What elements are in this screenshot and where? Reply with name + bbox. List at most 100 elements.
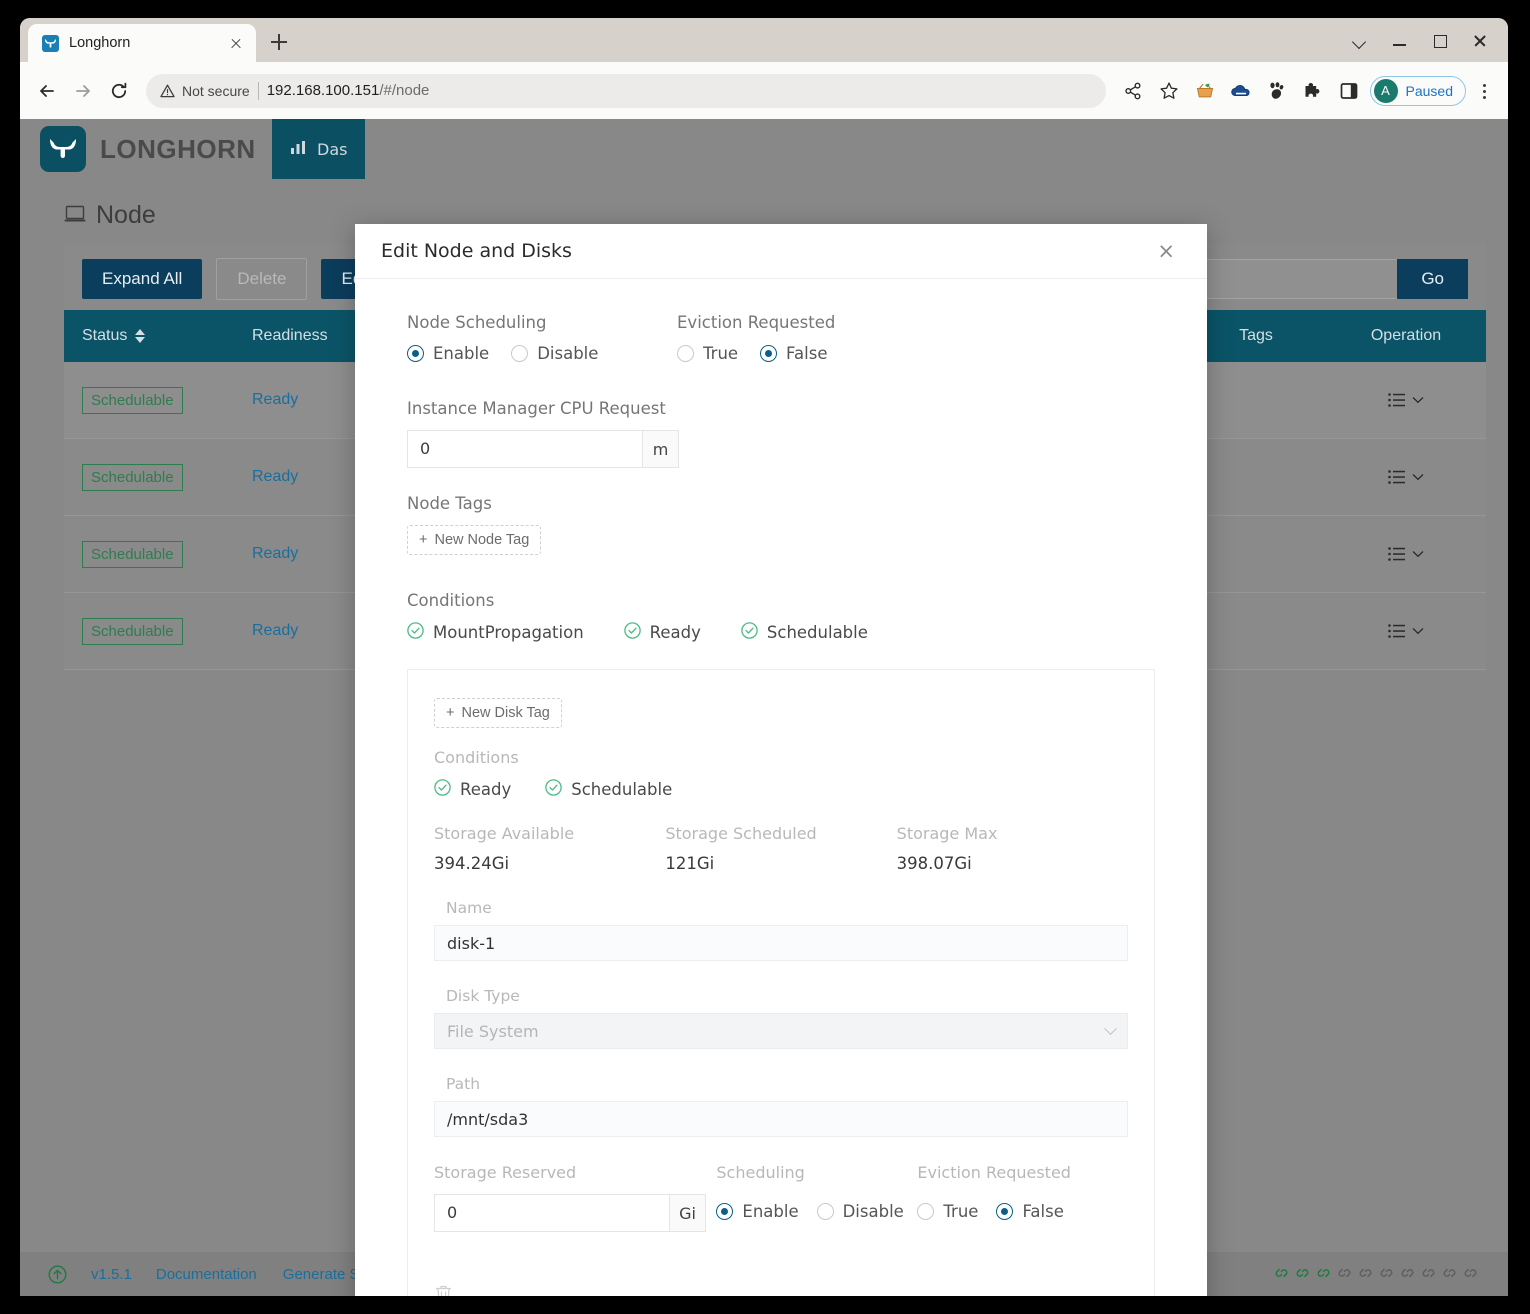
plus-icon: + — [446, 705, 455, 721]
disk-scheduling-disable-radio[interactable]: Disable — [816, 1202, 904, 1221]
modal-title: Edit Node and Disks — [381, 240, 572, 262]
page-viewport: LONGHORN Das Node Expand All Delete Go S… — [20, 119, 1508, 1296]
forward-arrow-icon[interactable] — [66, 74, 100, 108]
radio-dot-icon — [677, 345, 694, 362]
profile-status-label: Paused — [1405, 82, 1453, 99]
radio-dot-icon — [996, 1203, 1014, 1220]
side-panel-icon[interactable] — [1332, 74, 1366, 108]
node-tags-group: Node Tags + New Node Tag — [407, 494, 1155, 555]
node-conditions-label: Conditions — [407, 591, 495, 610]
not-secure-indicator[interactable]: Not secure — [160, 83, 250, 99]
node-eviction-radios: True False — [677, 344, 835, 363]
check-circle-icon — [545, 779, 562, 800]
modal-close-icon[interactable]: × — [1151, 237, 1181, 266]
disk-eviction-true-radio[interactable]: True — [917, 1202, 978, 1221]
storage-available-value: 394.24Gi — [434, 854, 510, 873]
omnibox-divider — [257, 81, 259, 100]
condition-ready: Ready — [623, 622, 701, 643]
longhorn-favicon — [42, 34, 59, 52]
disk-eviction-false-label: False — [1022, 1202, 1064, 1221]
disk-eviction-radios: True False — [917, 1202, 1128, 1221]
trash-icon — [435, 1285, 452, 1296]
address-bar[interactable]: Not secure 192.168.100.151/#/node — [146, 73, 1106, 108]
new-tab-button[interactable] — [262, 25, 296, 59]
storage-available-label: Storage Available — [434, 824, 575, 843]
disk-conditions-list: Ready Schedulable — [434, 779, 1128, 800]
disk-scheduling-radios: Enable Disable — [716, 1202, 917, 1221]
storage-scheduled-value: 121Gi — [665, 854, 715, 873]
disk-card: + New Disk Tag Conditions Ready Schedula… — [407, 669, 1155, 1296]
disk-scheduling-enable-radio[interactable]: Enable — [716, 1202, 799, 1221]
gnome-extension-icon[interactable] — [1260, 74, 1294, 108]
browser-window: Longhorn Not secure 192.168.100.151/#/no… — [20, 18, 1508, 1296]
share-icon[interactable] — [1116, 74, 1150, 108]
node-scheduling-disable-label: Disable — [537, 344, 599, 363]
bookmark-star-icon[interactable] — [1152, 74, 1186, 108]
kebab-menu-icon[interactable] — [1470, 74, 1498, 108]
disk-scheduling-label: Scheduling — [716, 1163, 805, 1182]
node-scheduling-enable-radio[interactable]: Enable — [407, 344, 489, 363]
browser-toolbar: Not secure 192.168.100.151/#/node A Paus… — [20, 62, 1508, 119]
disk-type-group: Disk Type File System — [434, 987, 1128, 1049]
disk-name-input[interactable]: disk-1 — [434, 925, 1128, 961]
new-disk-tag-button[interactable]: + New Disk Tag — [434, 698, 562, 728]
node-eviction-false-label: False — [786, 344, 828, 363]
storage-reserved-input[interactable]: 0 — [434, 1194, 670, 1232]
disk-type-selected-value: File System — [447, 1021, 539, 1041]
reload-icon[interactable] — [102, 74, 136, 108]
node-eviction-true-label: True — [703, 344, 739, 363]
tab-title: Longhorn — [69, 35, 131, 51]
basket-extension-icon[interactable] — [1188, 74, 1222, 108]
screen: Longhorn Not secure 192.168.100.151/#/no… — [0, 0, 1530, 1314]
disk-scheduling-enable-label: Enable — [742, 1202, 799, 1221]
minimize-icon[interactable] — [1380, 26, 1420, 54]
node-scheduling-radios: Enable Disable — [407, 344, 677, 363]
not-secure-label: Not secure — [182, 82, 250, 99]
back-arrow-icon[interactable] — [30, 74, 64, 108]
disk-eviction-group: Eviction Requested True False — [917, 1163, 1128, 1221]
profile-paused-pill[interactable]: A Paused — [1369, 75, 1466, 106]
radio-dot-icon — [716, 1203, 734, 1220]
node-scheduling-label: Node Scheduling — [407, 313, 547, 332]
new-node-tag-label: New Node Tag — [434, 532, 530, 548]
disk-eviction-false-radio[interactable]: False — [996, 1202, 1064, 1221]
modal-header: Edit Node and Disks × — [355, 224, 1207, 279]
window-controls — [1340, 26, 1500, 54]
node-scheduling-disable-radio[interactable]: Disable — [511, 344, 598, 363]
cpu-request-input-group: 0 m — [407, 430, 679, 468]
tab-strip: Longhorn — [20, 18, 1508, 62]
puzzle-extensions-icon[interactable] — [1296, 74, 1330, 108]
disk-scheduling-disable-label: Disable — [842, 1202, 904, 1221]
tab-close-icon[interactable] — [226, 33, 246, 53]
disk-scheduling-group: Scheduling Enable Disable — [716, 1163, 917, 1221]
check-circle-icon — [407, 622, 424, 643]
node-eviction-true-radio[interactable]: True — [677, 344, 738, 363]
disk-eviction-true-label: True — [943, 1202, 979, 1221]
disk-condition-ready-label: Ready — [460, 780, 512, 799]
avatar: A — [1373, 78, 1398, 103]
maximize-icon[interactable] — [1420, 26, 1460, 54]
condition-mountpropagation-label: MountPropagation — [433, 623, 584, 642]
node-conditions-list: MountPropagation Ready Schedulable — [407, 622, 1155, 643]
disk-path-input[interactable]: /mnt/sda3 — [434, 1101, 1128, 1137]
node-eviction-false-radio[interactable]: False — [760, 344, 827, 363]
disk-path-group: Path /mnt/sda3 — [434, 1075, 1128, 1137]
new-node-tag-button[interactable]: + New Node Tag — [407, 525, 542, 555]
radio-dot-icon — [511, 345, 529, 362]
storage-reserved-group: Storage Reserved 0 Gi — [434, 1163, 716, 1232]
cpu-request-group: Instance Manager CPU Request 0 m — [407, 399, 1155, 468]
storage-max-value: 398.07Gi — [896, 854, 972, 873]
cloud-extension-icon[interactable] — [1224, 74, 1258, 108]
close-icon[interactable] — [1460, 26, 1500, 54]
url-host: 192.168.100.151 — [266, 82, 380, 99]
delete-disk-button[interactable] — [434, 1284, 1128, 1296]
check-circle-icon — [741, 622, 758, 643]
radio-dot-icon — [816, 1203, 834, 1220]
chevron-down-icon[interactable] — [1340, 26, 1380, 54]
radio-dot-icon — [760, 345, 778, 362]
cpu-request-input[interactable]: 0 — [407, 430, 643, 468]
browser-tab-longhorn[interactable]: Longhorn — [28, 24, 256, 62]
node-eviction-label: Eviction Requested — [677, 313, 836, 332]
disk-type-select[interactable]: File System — [434, 1013, 1128, 1049]
storage-reserved-unit: Gi — [670, 1194, 706, 1232]
